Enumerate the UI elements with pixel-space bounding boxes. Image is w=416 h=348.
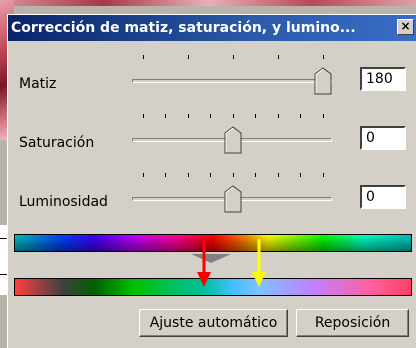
yellow-arrow-icon (252, 239, 266, 287)
reset-button[interactable]: Reposición (296, 309, 409, 337)
hue-saturation-dialog: Corrección de matiz, saturación, y lumin… (7, 14, 416, 348)
slider-track (132, 79, 332, 83)
slider-tick (323, 173, 324, 177)
slider-tick (210, 173, 211, 177)
slider-tick (255, 173, 256, 177)
slider-tick (255, 114, 256, 118)
slider-tick (323, 114, 324, 118)
adjusted-hue-spectrum (14, 278, 412, 296)
dialog-title: Corrección de matiz, saturación, y lumin… (11, 20, 356, 36)
slider-tick (300, 173, 301, 177)
saturation-slider-thumb[interactable] (224, 126, 242, 154)
slider-tick (300, 114, 301, 118)
original-hue-spectrum (14, 234, 412, 252)
slider-tick (233, 55, 234, 59)
slider-tick (165, 173, 166, 177)
slider-tick (233, 173, 234, 177)
hue-label: Matiz (19, 76, 57, 92)
auto-adjust-button[interactable]: Ajuste automático (139, 309, 288, 337)
background-photo-strip (0, 0, 416, 6)
slider-tick (188, 173, 189, 177)
title-bar[interactable]: Corrección de matiz, saturación, y lumin… (8, 15, 416, 41)
slider-tick (278, 55, 279, 59)
slider-tick (233, 114, 234, 118)
saturation-value-field[interactable]: 0 (360, 126, 406, 150)
slider-tick (188, 114, 189, 118)
slider-tick (278, 114, 279, 118)
slider-tick (278, 173, 279, 177)
hue-slider-thumb[interactable] (314, 67, 332, 95)
luminosity-slider-thumb[interactable] (224, 185, 242, 213)
luminosity-value-field[interactable]: 0 (360, 185, 406, 209)
close-button[interactable]: × (397, 19, 414, 35)
slider-tick (323, 55, 324, 59)
slider-tick (143, 114, 144, 118)
saturation-label: Saturación (19, 135, 95, 151)
hue-value-field[interactable]: 180 (360, 67, 406, 91)
slider-tick (165, 114, 166, 118)
slider-tick (143, 173, 144, 177)
slider-tick (143, 55, 144, 59)
slider-tick (210, 114, 211, 118)
red-arrow-icon (197, 239, 211, 287)
slider-tick (188, 55, 189, 59)
luminosity-label: Luminosidad (19, 194, 108, 210)
close-icon: × (400, 19, 411, 33)
